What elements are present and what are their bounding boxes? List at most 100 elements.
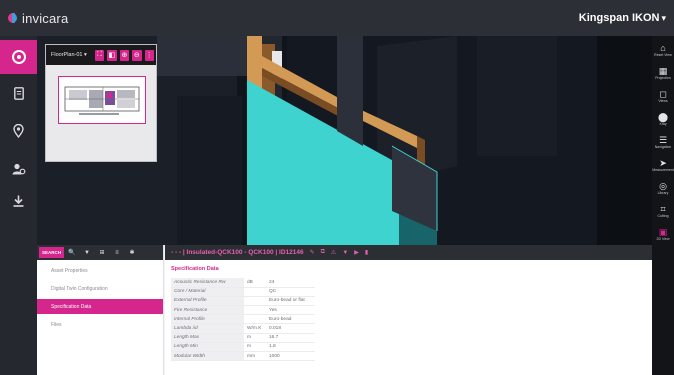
spec-unit: W/m.K bbox=[244, 323, 266, 334]
navigation-button[interactable]: ☰ Navigation bbox=[652, 132, 674, 154]
copy-icon[interactable]: ⧉ bbox=[321, 249, 325, 256]
spec-value: 16.7 bbox=[266, 333, 315, 343]
home-icon: ⌂ bbox=[660, 43, 666, 53]
tab-search[interactable]: SEARCH bbox=[39, 247, 65, 258]
table-row: Fire Resistance Yes bbox=[171, 305, 315, 316]
xray-button[interactable]: ⬤ Xray bbox=[652, 109, 674, 131]
spec-key: External Profile bbox=[171, 296, 244, 307]
spec-value: QC bbox=[266, 287, 315, 297]
library-button[interactable]: ◎ Library bbox=[652, 178, 674, 200]
views-icon: ◻ bbox=[659, 89, 667, 99]
tool-label: Projection bbox=[655, 76, 671, 80]
floorplan-image[interactable] bbox=[58, 76, 146, 124]
nav-documents-button[interactable] bbox=[0, 76, 37, 110]
library-icon: ◎ bbox=[659, 181, 667, 191]
spec-key: Core / Material bbox=[171, 287, 244, 297]
list-icon[interactable]: ≡ bbox=[110, 247, 124, 258]
views-button[interactable]: ◻ Views bbox=[652, 86, 674, 108]
nav-model-button[interactable] bbox=[0, 40, 37, 74]
measure-icon: ➤ bbox=[659, 158, 667, 168]
layers-icon[interactable]: ◧ bbox=[107, 49, 117, 61]
spec-unit: m bbox=[244, 342, 266, 353]
spec-unit: mm bbox=[244, 351, 266, 362]
reset-view-button[interactable]: ⌂ Reset View bbox=[652, 40, 674, 62]
spec-key: Lambda λd bbox=[171, 323, 244, 334]
2d-view-button[interactable]: ▣ 2D View bbox=[652, 224, 674, 246]
floorplan-select[interactable]: FloorPlan-01 ▾ bbox=[48, 52, 90, 58]
filter-icon[interactable]: ▼ bbox=[80, 247, 94, 258]
section-title: Specification Data bbox=[171, 266, 219, 272]
asset-detail-panel: - - - | Insulated-QCK100 - QCK100 | ID12… bbox=[165, 245, 652, 375]
cutting-icon: ⌗ bbox=[660, 204, 666, 214]
spec-value: 24 bbox=[266, 278, 315, 288]
spec-unit bbox=[244, 314, 266, 325]
nav-location-button[interactable] bbox=[0, 114, 37, 148]
floorplan-minimap: FloorPlan-01 ▾ ⛶ ◧ ⊕ ⊖ ⋮ bbox=[45, 44, 157, 162]
search-icon[interactable]: 🔍 bbox=[65, 247, 79, 258]
user-menu[interactable]: Kingspan IKON ▾ bbox=[579, 12, 666, 24]
grid-icon[interactable]: ⊞ bbox=[95, 247, 109, 258]
zoom-in-icon[interactable]: ⊕ bbox=[119, 49, 130, 61]
spec-key: Fire Resistance bbox=[171, 305, 244, 316]
tool-label: Reset View bbox=[654, 53, 672, 57]
play-icon[interactable]: ▶ bbox=[354, 249, 359, 256]
navigation-icon: ☰ bbox=[658, 135, 668, 145]
tool-label: Navigation bbox=[654, 145, 672, 149]
projection-button[interactable]: ▦ Projection bbox=[652, 63, 674, 85]
cutting-button[interactable]: ⌗ Cutting bbox=[652, 201, 674, 223]
spec-value: 0.018 bbox=[266, 323, 315, 334]
nav-digital-twin-configuration[interactable]: Digital Twin Configuration bbox=[37, 281, 163, 296]
users-icon bbox=[12, 163, 25, 175]
spec-unit bbox=[244, 287, 266, 297]
settings-icon[interactable]: ✱ bbox=[125, 247, 139, 258]
nav-files[interactable]: Files bbox=[37, 317, 163, 332]
2d-view-icon: ▣ bbox=[658, 227, 668, 237]
model-viewport[interactable]: FloorPlan-01 ▾ ⛶ ◧ ⊕ ⊖ ⋮ bbox=[37, 36, 652, 245]
bookmark-icon[interactable]: ▮ bbox=[365, 249, 368, 256]
bottom-panel: SEARCH 🔍 ▼ ⊞ ≡ ✱ Asset Properties Digita… bbox=[37, 245, 652, 375]
spec-value: Euro-bead bbox=[266, 314, 315, 325]
more-icon[interactable]: ⋮ bbox=[144, 49, 154, 61]
left-nav bbox=[0, 36, 37, 375]
projection-icon: ▦ bbox=[658, 66, 668, 76]
nav-specification-data[interactable]: Specification Data bbox=[37, 299, 163, 314]
app-window: invicara Kingspan IKON ▾ FloorPlan-01 ▾ … bbox=[0, 0, 674, 375]
object-title: - - - | Insulated-QCK100 - QCK100 | ID12… bbox=[171, 249, 304, 256]
table-row: Modular Width mm 1000 bbox=[171, 351, 315, 362]
table-row: Core / Material QC bbox=[171, 287, 315, 297]
tool-label: Xray bbox=[659, 122, 667, 126]
spec-value: Yes bbox=[266, 305, 315, 316]
spec-unit: dB bbox=[244, 278, 266, 288]
spec-value: 1.8 bbox=[266, 342, 315, 353]
tool-label: 2D View bbox=[656, 237, 670, 241]
spec-unit: m bbox=[244, 333, 266, 343]
filter-icon[interactable]: ▼ bbox=[342, 250, 348, 256]
nav-users-button[interactable] bbox=[0, 152, 37, 186]
table-row: Lambda λd W/m.K 0.018 bbox=[171, 323, 315, 334]
document-icon bbox=[13, 86, 24, 100]
location-icon bbox=[13, 124, 24, 138]
spec-value: Euro-bead or flat bbox=[266, 296, 315, 307]
fullscreen-icon[interactable]: ⛶ bbox=[94, 49, 105, 61]
table-row: External Profile Euro-bead or flat bbox=[171, 296, 315, 307]
top-bar: invicara Kingspan IKON ▾ bbox=[0, 0, 674, 36]
measurement-button[interactable]: ➤ Measurement bbox=[652, 155, 674, 177]
table-row: Length Max m 16.7 bbox=[171, 333, 315, 343]
download-icon bbox=[13, 195, 24, 207]
spec-unit bbox=[244, 296, 266, 307]
edit-icon[interactable]: ✎ bbox=[310, 249, 315, 256]
nav-download-button[interactable] bbox=[0, 184, 37, 218]
zoom-out-icon[interactable]: ⊖ bbox=[132, 49, 142, 61]
spec-key: Acoustic Resistance Rw bbox=[171, 278, 244, 288]
tool-label: Library bbox=[657, 191, 669, 195]
panel-tabbar: SEARCH 🔍 ▼ ⊞ ≡ ✱ bbox=[37, 245, 163, 260]
nav-asset-properties[interactable]: Asset Properties bbox=[37, 263, 163, 278]
spec-table: Acoustic Resistance Rw dB 24 Core / Mate… bbox=[171, 278, 315, 362]
tool-label: Cutting bbox=[657, 214, 669, 218]
object-header-bar: - - - | Insulated-QCK100 - QCK100 | ID12… bbox=[165, 245, 652, 260]
spec-key: Modular Width bbox=[171, 351, 244, 362]
spec-value: 1000 bbox=[266, 351, 315, 362]
warning-icon[interactable]: ⚠ bbox=[331, 249, 336, 256]
floorplan-drawing bbox=[59, 77, 145, 123]
table-row: Internal Profile Euro-bead bbox=[171, 314, 315, 325]
